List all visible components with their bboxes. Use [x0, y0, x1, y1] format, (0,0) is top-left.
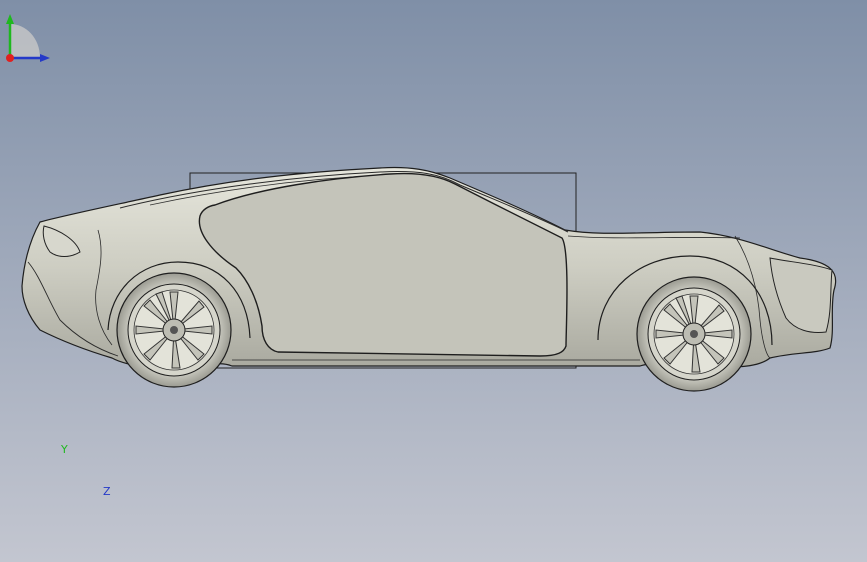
front-wheel[interactable]: [636, 276, 752, 392]
car-model[interactable]: [0, 0, 867, 562]
y-axis-label: Y: [61, 443, 68, 456]
z-axis-arrow: [40, 54, 50, 62]
graphics-viewport[interactable]: Y Z: [0, 0, 867, 562]
z-axis-label: Z: [103, 485, 111, 498]
y-axis-arrow: [6, 14, 14, 24]
orientation-triad: [6, 14, 50, 62]
triad-plane: [10, 24, 40, 58]
rear-wheel[interactable]: [116, 272, 232, 388]
x-axis-dot: [6, 54, 14, 62]
